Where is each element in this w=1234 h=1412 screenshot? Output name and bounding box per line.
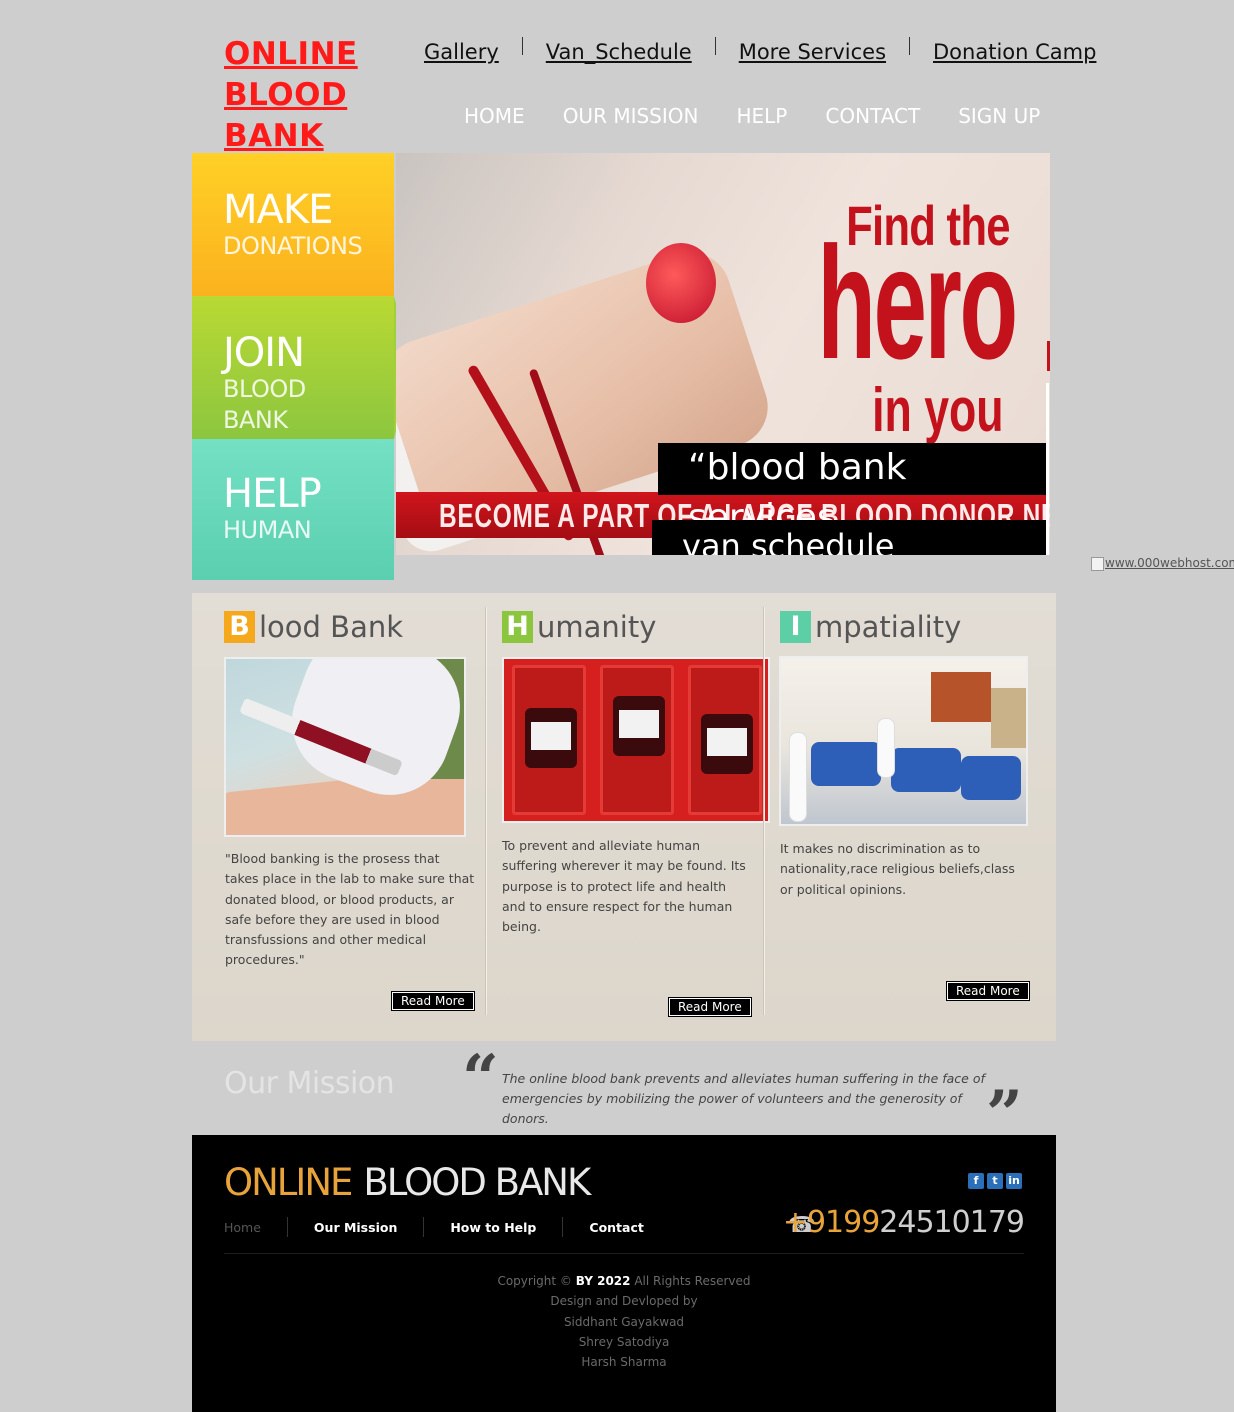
footer-divider: [224, 1253, 1024, 1254]
footer: ONLINE BLOOD BANK f t in Home Our Mission…: [192, 1135, 1056, 1412]
social-links: f t in: [968, 1173, 1022, 1189]
footer-logo-blood-bank: BLOOD BANK: [363, 1161, 591, 1204]
tile-subtitle-2: BANK: [223, 406, 288, 434]
tile-help-human[interactable]: HELP HUMAN: [192, 439, 394, 580]
credit-name: Siddhant Gayakwad: [563, 1314, 685, 1329]
nav-help[interactable]: HELP: [736, 104, 787, 128]
hero-word: hero: [817, 213, 1019, 392]
phone-number[interactable]: +919924510179: [782, 1205, 1025, 1240]
mission-statement: The online blood bank prevents and allev…: [502, 1071, 985, 1126]
divider: [909, 37, 911, 55]
divider: [714, 37, 716, 55]
divider: [521, 37, 523, 55]
broken-image-icon: [1091, 556, 1104, 571]
hero-caption-2: van schedule services”: [652, 520, 1046, 555]
credit-line: Design and Devloped by: [550, 1294, 698, 1309]
nav-contact[interactable]: CONTACT: [825, 104, 920, 128]
footer-nav-our-mission[interactable]: Our Mission: [314, 1220, 397, 1235]
nav-sign-up[interactable]: SIGN UP: [958, 104, 1040, 128]
open-quote-icon: “: [462, 1041, 499, 1116]
read-more-button[interactable]: Read More: [946, 981, 1030, 1001]
top-links: Gallery Van_Schedule More Services Donat…: [424, 37, 1096, 64]
copyright-prefix: Copyright ©: [497, 1274, 572, 1288]
tile-subtitle: DONATIONS: [223, 232, 363, 260]
phone-number-rest: 24510179: [879, 1205, 1025, 1240]
phone-number-prefix: +9199: [782, 1205, 880, 1240]
feature-description: It makes no discrimination as to nationa…: [780, 841, 1015, 897]
logo-line-1[interactable]: ONLINE: [224, 34, 384, 75]
feature-impartiality: Impatiality It makes no discrimination a…: [192, 593, 1056, 1041]
logo-line-3[interactable]: BANK: [224, 116, 384, 157]
feature-heading: Impatiality: [780, 610, 961, 644]
footer-credits: Copyright © BY 2022 All Rights Reserved …: [192, 1271, 1056, 1372]
footer-nav-how-to-help[interactable]: How to Help: [450, 1220, 536, 1235]
tile-title: JOIN: [223, 330, 305, 376]
copyright-suffix: All Rights Reserved: [634, 1274, 751, 1288]
credit-name: Shrey Satodiya: [578, 1334, 670, 1349]
copyright-year: BY 2022: [575, 1274, 631, 1288]
link-more-services[interactable]: More Services: [739, 40, 886, 64]
tile-subtitle: BLOOD: [223, 375, 306, 403]
divider: [286, 1217, 288, 1237]
hero-squeeze-ball: [646, 243, 716, 323]
link-donation-camp[interactable]: Donation Camp: [933, 40, 1096, 64]
link-gallery[interactable]: Gallery: [424, 40, 499, 64]
nav-home[interactable]: HOME: [464, 104, 525, 128]
nav-our-mission[interactable]: OUR MISSION: [563, 104, 699, 128]
copyright-line: Copyright © BY 2022 All Rights Reserved: [192, 1271, 1056, 1291]
hero-banner: Find the hero in you BECOME A PART OF A …: [396, 153, 1050, 555]
features-panel: Blood Bank "Blood banking is the prosess…: [192, 593, 1056, 1041]
credit-name: Harsh Sharma: [581, 1355, 667, 1370]
linkedin-icon[interactable]: in: [1006, 1173, 1022, 1189]
logo-line-2[interactable]: BLOOD: [224, 75, 384, 116]
footer-logo: ONLINE BLOOD BANK: [224, 1161, 591, 1204]
feature-title: mpatiality: [815, 610, 962, 644]
link-van-schedule[interactable]: Van_Schedule: [546, 40, 692, 64]
hero-edge: [1046, 383, 1049, 555]
footer-nav: Home Our Mission How to Help Contact: [224, 1217, 644, 1237]
twitter-icon[interactable]: t: [987, 1173, 1003, 1189]
hero-in-you: in you: [872, 376, 1004, 445]
tile-title: HELP: [223, 471, 322, 517]
footer-nav-contact[interactable]: Contact: [589, 1220, 643, 1235]
tile-join-blood-bank[interactable]: JOIN BLOOD BANK: [192, 296, 412, 439]
feature-initial: I: [780, 611, 811, 643]
mission-title: Our Mission: [224, 1066, 395, 1101]
tile-title: MAKE: [223, 187, 333, 233]
facebook-icon[interactable]: f: [968, 1173, 984, 1189]
hosting-badge-alt: www.000webhost.com: [1105, 556, 1234, 570]
footer-logo-online: ONLINE: [224, 1161, 353, 1204]
tile-subtitle: HUMAN: [223, 516, 312, 544]
divider: [562, 1217, 564, 1237]
site-logo[interactable]: ONLINE BLOOD BANK: [224, 34, 384, 157]
donation-hall-photo: [779, 656, 1028, 826]
hero-accent: [1047, 341, 1050, 371]
main-nav: HOME OUR MISSION HELP CONTACT SIGN UP: [464, 104, 1078, 128]
tile-make-donations[interactable]: MAKE DONATIONS: [192, 153, 394, 296]
hero-caption-1: “blood bank services: [658, 443, 1046, 538]
hosting-badge[interactable]: www.000webhost.com: [1091, 556, 1234, 571]
footer-nav-home[interactable]: Home: [224, 1220, 261, 1235]
divider: [423, 1217, 425, 1237]
